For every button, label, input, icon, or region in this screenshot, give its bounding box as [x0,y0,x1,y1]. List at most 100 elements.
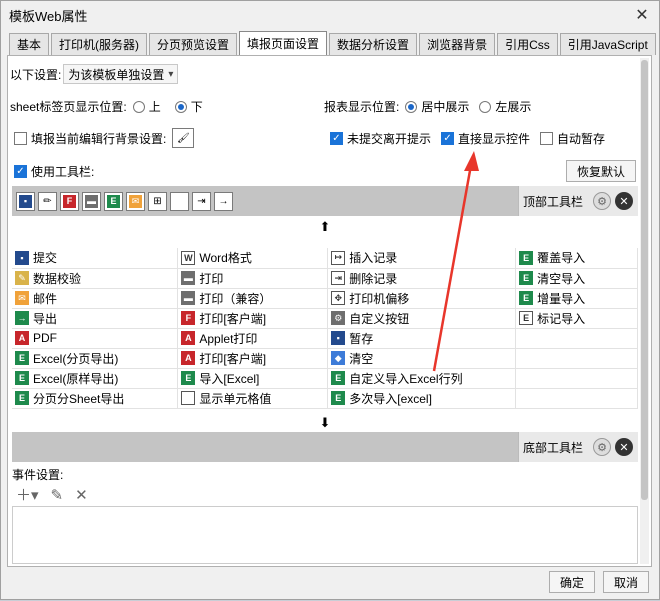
title-bar: 模板Web属性 ✕ [1,1,659,29]
gear-icon[interactable]: ⚙ [593,438,612,456]
toolbar-button-option[interactable]: ↦ 插入记录 [327,248,517,269]
toolbar-button-option[interactable]: → 导出 [12,308,179,329]
toolbar-button-option[interactable]: E Excel(原样导出) [12,368,179,389]
tab-fill-page-settings[interactable]: 填报页面设置 [239,31,328,55]
blank-icon[interactable] [170,191,189,211]
remove-icon[interactable]: ✕ [615,192,634,210]
toolbar-button-option[interactable]: W Word格式 [177,248,329,269]
cancel-button[interactable]: 取消 [603,571,649,593]
toolbar-button-option[interactable]: ✥ 打印机偏移 [327,288,517,309]
toolbar-button-option[interactable]: A 打印[客户端] [177,348,329,369]
paint-bucket-icon[interactable]: 🖌 [172,128,195,148]
tab-javascript[interactable]: 引用JavaScript [559,33,656,55]
toolbar-button-option[interactable]: E 清空导入 [515,268,638,289]
flash-print-icon[interactable]: F [60,191,79,211]
toolbar-button-option[interactable]: E 分页分Sheet导出 [12,388,179,409]
toolbar-button-option[interactable]: ⇥ 删除记录 [327,268,517,289]
move-down-button[interactable]: ⬇ [12,414,638,432]
fill-background-label: 填报当前编辑行背景设置: [31,131,167,146]
option-content: E 标记导入 [519,310,634,327]
toolbar-button-option[interactable]: 显示单元格值 [177,388,329,409]
option-label: 清空导入 [537,271,586,286]
report-position-center-radio[interactable] [405,100,418,113]
toolbar-button-option[interactable]: E 覆盖导入 [515,248,638,269]
option-content: E 导入[Excel] [181,370,324,387]
report-position-center-label: 居中展示 [421,100,470,114]
toolbar-button-option[interactable]: E 导入[Excel] [177,368,329,389]
toolbar-button-option[interactable]: ✉ 邮件 [12,288,179,309]
option-content: ↦ 插入记录 [331,249,512,266]
option-label: 邮件 [33,291,58,306]
option-content: ✎ 数据校验 [15,270,174,287]
insert-row-icon: ↦ [331,250,346,265]
toolbar-button-option[interactable]: F 打印[客户端] [177,308,329,329]
grid-row: ✎ 数据校验 ▬ 打印 ⇥ 删除记录 E 清空导入 [12,268,638,289]
event-settings-label: 事件设置: [12,468,64,482]
use-toolbar-checkbox[interactable]: ✓ [14,165,27,178]
toolbar-button-option[interactable]: E 多次导入[excel] [327,388,517,409]
tab-data-analysis[interactable]: 数据分析设置 [329,33,418,55]
gear-icon: ⚙ [331,311,346,325]
tab-browser-background[interactable]: 浏览器背景 [419,33,496,55]
close-icon[interactable]: ✕ [633,6,651,24]
restore-default-button[interactable]: 恢复默认 [566,160,637,182]
pdf-icon: A [181,351,196,365]
unsubmitted-leave-checkbox[interactable]: ✓ [330,132,343,145]
tab-page-preview[interactable]: 分页预览设置 [149,33,238,55]
export-icon: → [15,311,29,325]
excel-icon: E [519,291,534,305]
autosave-checkbox[interactable] [540,132,554,145]
toolbar-button-option[interactable]: E 标记导入 [515,308,638,329]
move-up-button[interactable]: ⬆ [12,218,638,236]
tab-css[interactable]: 引用Css [497,33,558,55]
scrollbar-thumb[interactable] [641,60,648,500]
toolbar-button-option[interactable]: ⚙ 自定义按钮 [327,308,517,329]
toolbar-button-option[interactable]: E Excel(分页导出) [12,348,179,369]
tab-printer-server[interactable]: 打印机(服务器) [51,33,148,55]
toolbar-button-option[interactable]: ▬ 打印（兼容） [177,288,329,309]
excel-icon[interactable]: E [104,191,123,211]
event-list[interactable] [12,506,638,564]
option-label: 打印（兼容） [199,291,272,306]
sheet-position-bottom-radio[interactable] [174,100,187,113]
toolbar-button-option[interactable]: ◆ 清空 [327,348,517,369]
toolbar-button-option[interactable]: A PDF [12,328,179,349]
arrow-icon[interactable]: → [214,191,233,211]
report-position-left-radio[interactable] [479,100,492,113]
import-icon[interactable]: ⇥ [192,191,211,211]
vertical-scrollbar[interactable] [640,58,649,564]
scope-select[interactable]: 为该模板单独设置 ▾ [63,64,179,84]
insert-row-icon[interactable]: ⊞ [148,191,167,211]
delete-icon[interactable]: ✕ [75,486,88,504]
chevron-down-icon: ▾ [168,68,174,80]
toolbar-button-option[interactable]: ▪ 暂存 [327,328,517,349]
save-icon[interactable]: ▪ [16,191,35,211]
remove-icon[interactable]: ✕ [615,438,634,456]
direct-show-controls-checkbox[interactable]: ✓ [441,132,455,145]
option-content: E 增量导入 [519,290,634,307]
toolbar-button-option[interactable]: E 自定义导入Excel行列 [327,368,517,389]
scope-label: 以下设置: [10,67,62,82]
option-content: ▪ 暂存 [331,330,512,347]
fill-background-checkbox[interactable] [14,131,27,145]
email-icon[interactable]: ✉ [126,191,145,211]
option-label: PDF [33,331,57,345]
add-icon[interactable]: ＋▾ [16,484,39,505]
toolbar-button-option[interactable]: ▪ 提交 [12,248,179,269]
toolbar-button-option[interactable]: ✎ 数据校验 [12,268,179,289]
toolbar-button-option[interactable]: A Applet打印 [177,328,329,349]
option-label: Excel(原样导出) [33,371,119,386]
pencil-icon[interactable]: ✏ [38,191,57,211]
gear-icon[interactable]: ⚙ [593,192,612,210]
empty-cell [515,348,638,369]
tab-basic[interactable]: 基本 [9,33,50,55]
submit-options-row: ✓ 未提交离开提示 ✓ 直接显示控件 自动暂存 [330,130,605,147]
ok-button[interactable]: 确定 [549,571,595,593]
toolbar-button-option[interactable]: E 增量导入 [515,288,638,309]
sheet-position-top-radio[interactable] [132,100,145,113]
option-label: 自定义导入Excel行列 [349,371,463,386]
bottom-toolbar-label: 底部工具栏 [523,440,584,455]
edit-icon[interactable]: ✎ [51,486,64,504]
toolbar-button-option[interactable]: ▬ 打印 [177,268,329,289]
print-icon[interactable]: ▬ [82,191,101,211]
